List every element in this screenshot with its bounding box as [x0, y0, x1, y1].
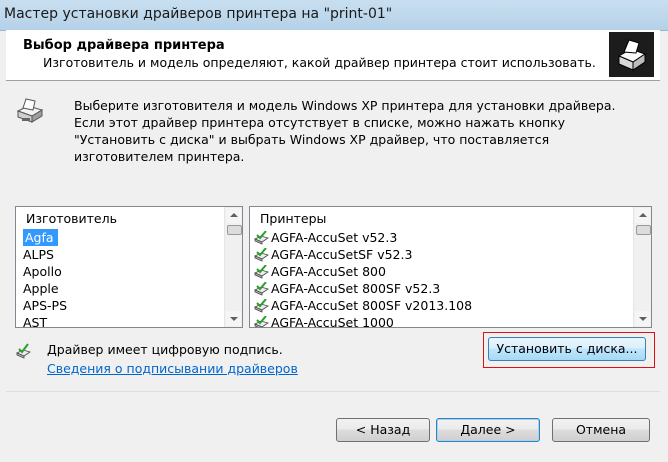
signed-driver-icon [254, 315, 269, 327]
signature-status: Драйвер имеет цифровую подпись. [47, 342, 283, 357]
wizard-window: Мастер установки драйверов принтера на "… [0, 0, 668, 462]
printer-list-header: Принтеры [260, 211, 327, 226]
back-button[interactable]: < Назад [336, 418, 430, 442]
printer-name: AGFA-AccuSet v52.3 [271, 230, 398, 245]
printer-items: AGFA-AccuSet v52.3 AGFA-AccuSetSF v52.3 … [254, 229, 633, 328]
driver-signing-link[interactable]: Сведения о подписывании драйверов [47, 361, 298, 376]
manufacturer-list-header: Изготовитель [26, 211, 117, 226]
page-title: Выбор драйвера принтера [23, 38, 225, 53]
list-item[interactable]: Apple [21, 280, 224, 297]
signed-driver-icon [254, 230, 269, 245]
list-item[interactable]: Agfa [21, 229, 224, 246]
have-disk-button[interactable]: Установить с диска... [488, 337, 646, 361]
printer-name: AGFA-AccuSet 800SF v2013.108 [271, 298, 473, 313]
manufacturer-scrollbar[interactable] [224, 207, 242, 327]
manufacturer-list[interactable]: Изготовитель Agfa ALPS Apollo Apple APS-… [15, 206, 243, 328]
wizard-header: Выбор драйвера принтера Изготовитель и м… [6, 30, 660, 81]
selected-item[interactable]: Agfa [23, 229, 58, 246]
wizard-body: Выберите изготовителя и модель Windows X… [6, 81, 660, 456]
printer-name: AGFA-AccuSet 1000 [271, 315, 394, 328]
signed-driver-icon [254, 247, 269, 262]
list-item[interactable]: AGFA-AccuSet v52.3 [254, 229, 633, 246]
list-item[interactable]: AGFA-AccuSet 800 [254, 263, 633, 280]
scroll-down-button[interactable] [635, 311, 650, 326]
scroll-up-button[interactable] [635, 208, 650, 223]
list-item[interactable]: AGFA-AccuSet 1000 [254, 314, 633, 328]
printer-name: AGFA-AccuSet 800 [271, 264, 386, 279]
window-title: Мастер установки драйверов принтера на "… [4, 6, 393, 22]
signed-driver-icon [16, 343, 31, 359]
signed-driver-icon [254, 298, 269, 313]
manufacturer-items: Agfa ALPS Apollo Apple APS-PS AST [21, 229, 224, 327]
scroll-thumb[interactable] [227, 225, 242, 235]
printer-scrollbar[interactable] [633, 207, 651, 327]
list-item[interactable]: AGFA-AccuSet 800SF v2013.108 [254, 297, 633, 314]
page-subtitle: Изготовитель и модель определяют, какой … [43, 55, 596, 70]
description-text: Выберите изготовителя и модель Windows X… [74, 98, 616, 164]
list-item[interactable]: ALPS [21, 246, 224, 263]
list-item[interactable]: AGFA-AccuSet 800SF v52.3 [254, 280, 633, 297]
list-item[interactable]: AST [21, 314, 224, 327]
cancel-button[interactable]: Отмена [552, 418, 650, 442]
next-button[interactable]: Далее > [436, 418, 540, 442]
scroll-down-button[interactable] [226, 311, 241, 326]
divider [6, 391, 660, 392]
printer-list[interactable]: Принтеры AGFA-AccuSet v52.3 AGFA-AccuSet… [249, 206, 652, 328]
list-item[interactable]: AGFA-AccuSetSF v52.3 [254, 246, 633, 263]
signed-driver-icon [254, 264, 269, 279]
title-bar: Мастер установки драйверов принтера на "… [0, 0, 668, 31]
signed-driver-icon [254, 281, 269, 296]
printer-icon [16, 98, 44, 123]
printer-name: AGFA-AccuSet 800SF v52.3 [271, 281, 441, 296]
list-item[interactable]: APS-PS [21, 297, 224, 314]
printer-name: AGFA-AccuSetSF v52.3 [271, 247, 413, 262]
printer-icon [609, 32, 654, 77]
list-item[interactable]: Apollo [21, 263, 224, 280]
scroll-up-button[interactable] [226, 208, 241, 223]
scroll-thumb[interactable] [636, 225, 651, 235]
